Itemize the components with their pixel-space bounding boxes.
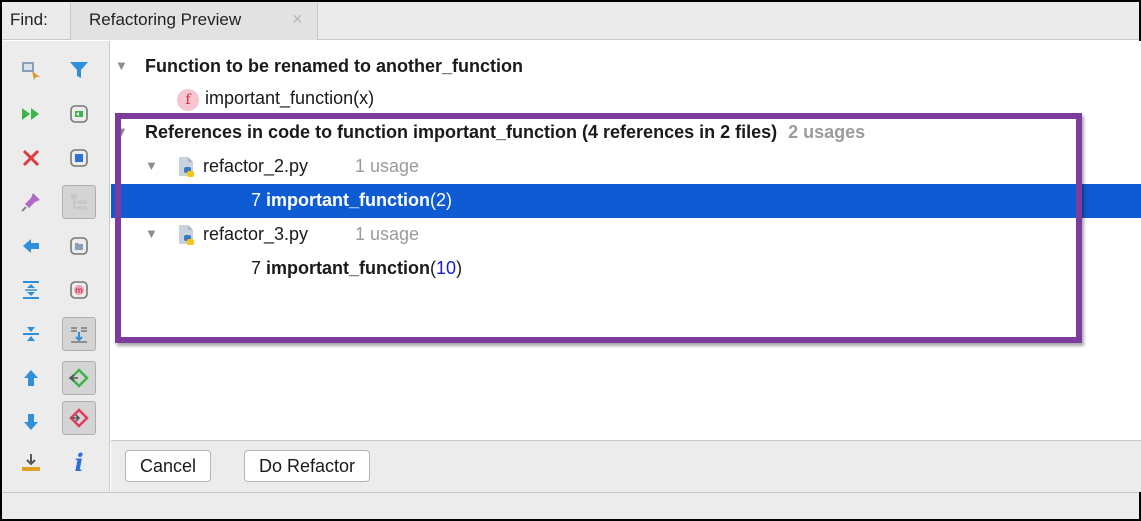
line-number: 7	[251, 190, 262, 210]
tree-node-function[interactable]: f important_function(x)	[111, 82, 1141, 116]
tree-node-references[interactable]: ▼ References in code to function importa…	[111, 116, 1141, 150]
file-usage-count: 1 usage	[355, 224, 420, 244]
group-by-module-icon[interactable]	[62, 97, 96, 131]
group-title: Function to be renamed to another_functi…	[145, 56, 523, 76]
references-count: 2 usages	[788, 122, 866, 142]
expand-arrow-icon[interactable]: ▼	[115, 58, 128, 73]
do-refactor-button[interactable]: Do Refactor	[244, 450, 371, 482]
run-all-icon[interactable]	[14, 97, 48, 131]
autoscroll-to-source-icon[interactable]	[62, 317, 96, 351]
info-glyph: i	[74, 447, 84, 477]
left-toolbar: ›› m i ››	[2, 41, 110, 519]
args-close: )	[446, 190, 453, 210]
merge-next-icon[interactable]	[62, 401, 96, 435]
expand-arrow-icon[interactable]: ▼	[115, 124, 128, 139]
group-by-usage-type-icon[interactable]	[62, 141, 96, 175]
group-by-structure-icon[interactable]	[62, 185, 96, 219]
back-arrow-icon[interactable]	[14, 229, 48, 263]
pin-icon[interactable]	[14, 185, 48, 219]
export-icon[interactable]	[14, 445, 48, 479]
usage-arg: 2	[436, 190, 447, 210]
usage-function: important_function	[266, 258, 431, 278]
expand-arrow-icon[interactable]: ▼	[145, 226, 158, 241]
references-title: References in code to function important…	[145, 122, 778, 142]
next-occurrence-icon[interactable]	[14, 405, 48, 439]
tree-node-file[interactable]: ▼ refactor_2.py 1 usage	[111, 150, 1141, 184]
filter-icon[interactable]	[62, 53, 96, 87]
tree-node-usage-selected[interactable]: 7 important_function(2)	[111, 184, 1141, 218]
expand-all-icon[interactable]	[14, 273, 48, 307]
tree-node-file[interactable]: ▼ refactor_3.py 1 usage	[111, 218, 1141, 252]
footer-bar: Cancel Do Refactor	[111, 440, 1141, 492]
python-file-icon	[179, 157, 194, 177]
file-usage-count: 1 usage	[355, 156, 420, 176]
refactoring-preview-window: Find: Refactoring Preview × m i ▼ Functi…	[0, 0, 1141, 521]
close-tool-icon[interactable]	[14, 141, 48, 175]
usage-tree: ▼ Function to be renamed to another_func…	[111, 41, 1141, 440]
tab-label: Refactoring Preview	[89, 10, 242, 29]
function-label: important_function(x)	[205, 88, 375, 108]
method-icon[interactable]: m	[62, 273, 96, 307]
expand-arrow-icon[interactable]: ▼	[145, 158, 158, 173]
line-number: 7	[251, 258, 262, 278]
group-by-directory-icon[interactable]	[62, 229, 96, 263]
tool-window-header: Find: Refactoring Preview ×	[2, 2, 1139, 40]
python-file-icon	[179, 225, 194, 245]
file-name: refactor_3.py	[203, 224, 309, 244]
usage-arg: 10	[436, 258, 457, 278]
tree-node-usage[interactable]: 7 important_function(10)	[111, 252, 1141, 286]
collapse-all-icon[interactable]	[14, 317, 48, 351]
cancel-button[interactable]: Cancel	[125, 450, 212, 482]
rerun-icon[interactable]	[14, 53, 48, 87]
args-close: )	[456, 258, 463, 278]
usage-function: important_function	[266, 190, 431, 210]
status-strip	[2, 492, 1139, 519]
merge-prev-icon[interactable]	[62, 361, 96, 395]
function-icon: f	[177, 89, 199, 111]
svg-text:m: m	[75, 286, 83, 295]
previous-occurrence-icon[interactable]	[14, 361, 48, 395]
tree-node-rename-target[interactable]: ▼ Function to be renamed to another_func…	[111, 50, 1141, 84]
find-label: Find:	[10, 10, 48, 29]
tab-refactoring-preview[interactable]: Refactoring Preview ×	[70, 2, 318, 40]
info-icon[interactable]: i	[62, 445, 96, 479]
file-name: refactor_2.py	[203, 156, 309, 176]
close-icon[interactable]: ×	[292, 9, 303, 30]
